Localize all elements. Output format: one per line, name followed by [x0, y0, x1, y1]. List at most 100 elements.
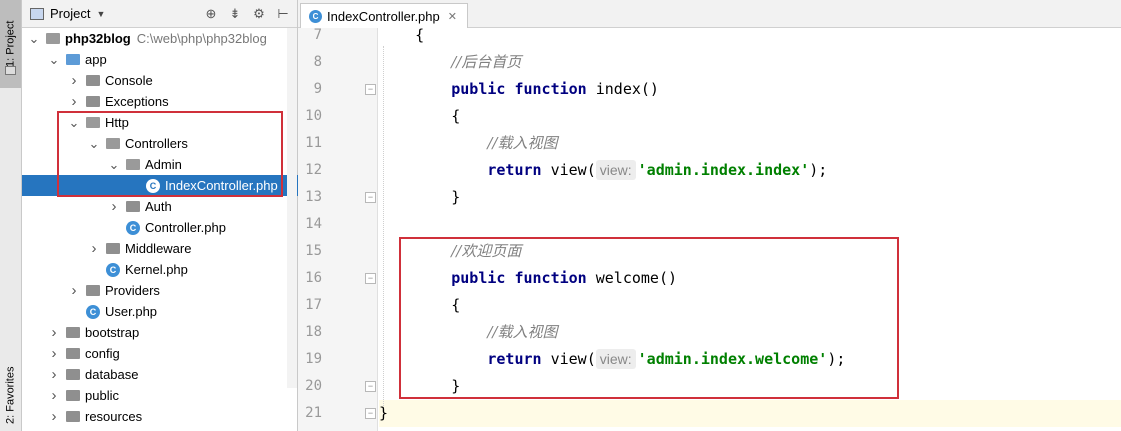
line-number: 11: [305, 135, 322, 151]
locate-file-icon[interactable]: ⊕: [203, 6, 219, 22]
php-class-icon: C: [126, 220, 140, 235]
tree-scrollbar[interactable]: [287, 28, 297, 388]
folder-icon: [126, 159, 140, 170]
tree-item-label: resources: [85, 409, 143, 424]
code-editor[interactable]: { //后台首页 public function index() { //载入视…: [379, 26, 1121, 431]
chevron-right-icon[interactable]: ›: [48, 324, 60, 341]
tree-item[interactable]: › Middleware: [22, 238, 298, 259]
tree-item[interactable]: C User.php: [22, 301, 298, 322]
tree-item-label: Console: [105, 73, 153, 88]
tree-item[interactable]: C Kernel.php: [22, 259, 298, 280]
structure-icon[interactable]: [5, 66, 16, 75]
current-line-highlight: [379, 400, 1121, 427]
chevron-right-icon[interactable]: ›: [48, 408, 60, 425]
chevron-right-icon[interactable]: ›: [48, 366, 60, 383]
tree-item[interactable]: › config: [22, 343, 298, 364]
code-token: public function: [451, 80, 587, 98]
tree-item[interactable]: › public: [22, 385, 298, 406]
tree-item-label: Auth: [145, 199, 172, 214]
folder-icon: [86, 75, 100, 86]
tree-item[interactable]: › database: [22, 364, 298, 385]
php-class-icon: C: [146, 178, 160, 193]
hide-panel-icon[interactable]: ⊢: [275, 6, 291, 22]
folder-icon: [106, 243, 120, 254]
code-line: }: [379, 373, 460, 400]
chevron-down-icon[interactable]: ⌄: [108, 157, 120, 173]
tree-item-label: Controller.php: [145, 220, 226, 235]
line-number: 9: [313, 81, 322, 97]
code-line: //载入视图: [379, 130, 557, 157]
tree-item[interactable]: › Console: [22, 70, 298, 91]
chevron-right-icon[interactable]: ›: [48, 345, 60, 362]
chevron-down-icon[interactable]: ⌄: [48, 52, 60, 68]
line-number: 13: [305, 189, 322, 205]
gear-icon[interactable]: ⚙: [251, 6, 267, 22]
line-number: 21: [305, 405, 322, 421]
code-token: {: [379, 296, 461, 314]
folder-icon: [86, 117, 100, 128]
code-line: return view(view:'admin.index.index');: [379, 157, 827, 184]
code-token: index(): [586, 80, 659, 98]
favorites-tool-tab[interactable]: 2: Favorites: [0, 360, 21, 431]
chevron-right-icon[interactable]: ›: [88, 240, 100, 257]
chevron-right-icon[interactable]: ›: [68, 72, 80, 89]
code-token: );: [827, 350, 846, 368]
folder-icon: [126, 201, 140, 212]
line-number: 20: [305, 378, 322, 394]
chevron-right-icon[interactable]: ›: [68, 282, 80, 299]
tree-item[interactable]: › Providers: [22, 280, 298, 301]
collapse-all-icon[interactable]: ⇟: [227, 6, 243, 22]
code-token: //后台首页: [451, 53, 522, 71]
tree-item[interactable]: ⌄ app: [22, 49, 298, 70]
fold-marker-icon[interactable]: −: [365, 84, 376, 95]
code-token: view(: [541, 350, 596, 368]
chevron-down-icon[interactable]: ⌄: [88, 136, 100, 152]
chevron-down-icon[interactable]: ⌄: [28, 31, 40, 47]
folder-icon: [46, 33, 60, 44]
fold-marker-icon[interactable]: −: [365, 408, 376, 419]
folder-icon: [66, 411, 80, 422]
tree-item-label: Kernel.php: [125, 262, 188, 277]
editor-area: C IndexController.php ✕ 7 8 9−10 11 12 13−14 1…: [298, 0, 1121, 431]
tree-item-label: IndexController.php: [165, 178, 278, 193]
chevron-down-icon[interactable]: ⌄: [68, 115, 80, 131]
chevron-down-icon[interactable]: ▼: [96, 9, 105, 19]
tree-item[interactable]: ⌄ Admin: [22, 154, 298, 175]
code-token: //欢迎页面: [451, 242, 522, 260]
fold-marker-icon[interactable]: −: [365, 273, 376, 284]
code-line: //后台首页: [379, 49, 521, 76]
fold-marker-icon[interactable]: −: [365, 192, 376, 203]
code-line: }: [379, 184, 460, 211]
folder-icon: [86, 285, 100, 296]
tree-item[interactable]: ⌄ Controllers: [22, 133, 298, 154]
tree-item[interactable]: › resources: [22, 406, 298, 427]
chevron-right-icon[interactable]: ›: [108, 198, 120, 215]
tree-item[interactable]: C Controller.php: [22, 217, 298, 238]
code-token: view(: [541, 161, 596, 179]
folder-icon: [86, 96, 100, 107]
project-panel-header: Project ▼ ⊕ ⇟ ⚙ ⊢: [22, 0, 297, 28]
tree-item[interactable]: C IndexController.php: [22, 175, 298, 196]
project-view-selector[interactable]: Project: [50, 6, 90, 21]
fold-marker-icon[interactable]: −: [365, 381, 376, 392]
close-icon[interactable]: ✕: [448, 10, 457, 23]
tree-item-label: Controllers: [125, 136, 188, 151]
tree-item[interactable]: ⌄ php32blog C:\web\php\php32blog: [22, 28, 298, 49]
code-token: welcome(): [586, 269, 678, 287]
chevron-right-icon[interactable]: ›: [48, 387, 60, 404]
line-number: 17: [305, 297, 322, 313]
code-token: 'admin.index.welcome': [637, 350, 828, 368]
chevron-right-icon[interactable]: ›: [68, 93, 80, 110]
tree-item[interactable]: › bootstrap: [22, 322, 298, 343]
tree-item[interactable]: › Exceptions: [22, 91, 298, 112]
tree-item[interactable]: ⌄ Http: [22, 112, 298, 133]
code-token: {: [379, 107, 461, 125]
code-line: return view(view:'admin.index.welcome');: [379, 346, 845, 373]
tree-item[interactable]: › Auth: [22, 196, 298, 217]
tree-item-label: app: [85, 52, 107, 67]
